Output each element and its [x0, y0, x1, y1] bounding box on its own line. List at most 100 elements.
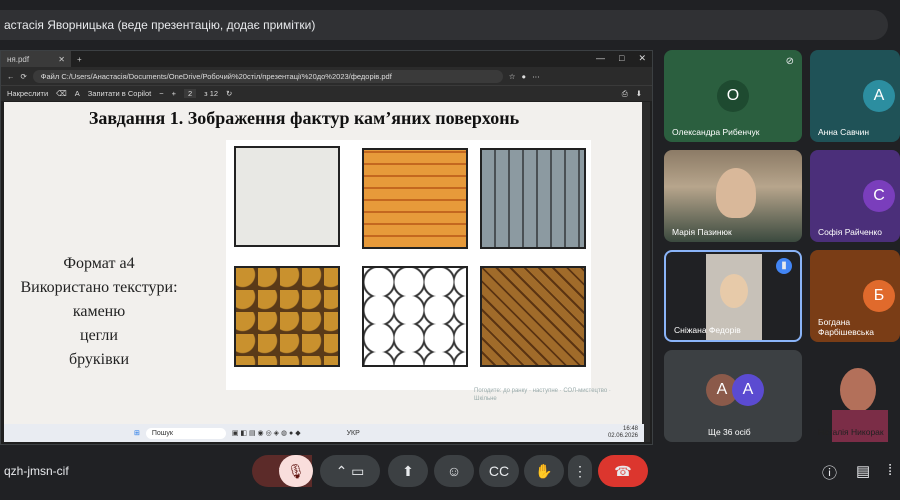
meeting-code: qzh-jmsn-cif — [4, 464, 69, 478]
present-icon: ⬆ — [402, 462, 414, 479]
stone-texture-drawing — [234, 146, 340, 247]
hand-icon: ✋ — [535, 462, 553, 479]
close-icon[interactable]: ✕ — [58, 55, 65, 64]
page-total: з 12 — [204, 89, 219, 98]
browser-tab[interactable]: ня.pdf ✕ — [1, 51, 71, 67]
brown-stone-texture-drawing — [234, 266, 340, 367]
erase-icon[interactable]: ⌫ — [56, 89, 67, 98]
slide-line-format: Формат а4 — [63, 255, 135, 272]
avatar: Б — [863, 280, 895, 312]
profile-icon[interactable]: ● — [522, 72, 527, 81]
maximize-icon[interactable]: □ — [619, 53, 624, 64]
participant-tile[interactable]: А Анна Савчин — [810, 50, 900, 142]
outline-stone-texture-drawing — [362, 266, 468, 367]
participant-tile[interactable]: О ⊘ Олександра Рибенчук — [664, 50, 802, 142]
reload-icon[interactable]: ⟳ — [21, 72, 27, 81]
watermark-text: Погодите: до ранку · наступне · СОЛ-мист… — [474, 388, 611, 402]
participant-video — [716, 168, 756, 218]
participant-name: Марія Пазинюк — [672, 227, 732, 237]
avatar: A — [732, 374, 764, 406]
text-icon[interactable]: A — [75, 89, 80, 98]
page-number-input[interactable]: 2 — [184, 89, 197, 98]
lang-indicator[interactable]: УКР — [347, 430, 360, 437]
zoom-out-icon[interactable]: − — [159, 89, 163, 98]
copilot-button[interactable]: Запитати в Copilot — [88, 89, 151, 98]
captions-button[interactable]: CC — [479, 455, 519, 487]
brick-texture-drawing — [362, 148, 468, 249]
slide-line-paving: бруківки — [68, 351, 130, 368]
more-vert-icon: ⋮ — [573, 462, 587, 479]
participant-name: Наталія Никорак — [818, 427, 884, 437]
participant-name: Богдана Фарбішевська — [818, 317, 874, 337]
chat-icon[interactable]: ▤ — [856, 462, 870, 480]
star-icon[interactable]: ☆ — [509, 72, 516, 81]
pdf-page: Завдання 1. Зображення фактур кам’яних п… — [4, 102, 644, 442]
save-icon[interactable]: ⬇ — [636, 89, 642, 98]
paving-texture-drawing — [480, 148, 586, 249]
participant-name: Сніжана Федорів — [674, 325, 741, 335]
minimize-icon[interactable]: — — [596, 53, 605, 64]
participant-tile[interactable]: Марія Пазинюк — [664, 150, 802, 242]
back-icon[interactable]: ← — [7, 72, 15, 81]
participant-name: Анна Савчин — [818, 127, 870, 137]
participant-tile[interactable]: С Софія Райченко — [810, 150, 900, 242]
slide-line-textures: Використано текстури: — [20, 279, 178, 296]
captions-icon: CC — [488, 463, 510, 479]
mic-toggle-button[interactable]: 🎙 — [279, 455, 313, 487]
taskbar-clock[interactable]: 16:48 02.06.2026 — [608, 426, 638, 440]
presenter-text: астасія Яворницька (веде презентацію, до… — [4, 18, 316, 32]
participant-tile[interactable]: Наталія Никорак — [810, 350, 900, 442]
participant-name: Софія Райченко — [818, 227, 882, 237]
new-tab-icon[interactable]: + — [77, 55, 82, 64]
presenter-banner: астасія Яворницька (веде презентацію, до… — [0, 10, 888, 40]
shared-screen: ня.pdf ✕ + — □ ✕ ← ⟳ Файл C:/Users/Анаст… — [0, 50, 653, 445]
browser-tabbar: ня.pdf ✕ + — □ ✕ — [1, 51, 652, 67]
address-bar: ← ⟳ Файл C:/Users/Анастасія/Documents/On… — [1, 67, 652, 85]
participant-name: Олександра Рибенчук — [672, 127, 760, 137]
menu-icon[interactable]: ⋯ — [532, 72, 540, 81]
hang-up-icon: ☎ — [614, 462, 632, 479]
taskbar-app-icons[interactable]: ▣ ◧ ▤ ◉ ◎ ◈ ◍ ● ◆ — [232, 429, 301, 437]
window-controls: — □ ✕ — [596, 53, 646, 64]
print-icon[interactable]: ⎙ — [622, 89, 628, 99]
windows-taskbar: ⊞ Пошук ▣ ◧ ▤ ◉ ◎ ◈ ◍ ● ◆ УКР 16:48 02.0… — [4, 424, 644, 442]
clock-date: 02.06.2026 — [607, 433, 638, 439]
avatar: О — [717, 80, 749, 112]
url-text: C:/Users/Анастасія/Documents/OneDrive/Ро… — [61, 71, 392, 81]
participant-tile[interactable]: Б Богдана Фарбішевська — [810, 250, 900, 342]
url-prefix: Файл — [40, 71, 60, 81]
emoji-button[interactable]: ☺ — [434, 455, 474, 487]
mic-muted-icon: ⊘ — [785, 56, 794, 67]
more-participants-tile[interactable]: A A Ще 36 осіб — [664, 350, 802, 442]
slide-description: Формат а4 Використано текстури: каменю ц… — [4, 252, 214, 372]
more-options-button[interactable]: ⋮ — [568, 455, 592, 487]
info-icon[interactable]: ⓘ — [822, 462, 837, 483]
camera-button[interactable]: ⌃ ▭ — [320, 455, 380, 487]
mic-off-icon: 🎙 — [287, 462, 305, 479]
draw-button[interactable]: Накреслити — [7, 89, 48, 98]
wood-paving-texture-drawing — [480, 266, 586, 367]
tab-label: ня.pdf — [7, 54, 30, 64]
speaking-icon: ▮ — [776, 258, 792, 274]
avatar: С — [863, 180, 895, 212]
scrollbar[interactable] — [642, 102, 650, 442]
more-participants-label: Ще 36 осіб — [708, 427, 751, 437]
close-window-icon[interactable]: ✕ — [638, 53, 646, 64]
participant-video — [840, 368, 876, 412]
url-field[interactable]: Файл C:/Users/Анастасія/Documents/OneDri… — [32, 69, 503, 83]
windows-start-icon[interactable]: ⊞ — [134, 429, 140, 437]
slide-title: Завдання 1. Зображення фактур кам’яних п… — [88, 108, 520, 128]
emoji-icon: ☺ — [446, 463, 462, 479]
present-button[interactable]: ⬆ — [388, 455, 428, 487]
taskbar-search[interactable]: Пошук — [145, 427, 226, 439]
apps-icon[interactable]: ⁞ — [888, 462, 892, 479]
leave-call-button[interactable]: ☎ — [598, 455, 648, 487]
pdf-toolbar: Накреслити ⌫ A Запитати в Copilot − + 2 … — [1, 85, 652, 101]
participant-tile[interactable]: ▮ Сніжана Федорів — [664, 250, 802, 342]
camera-icon: ⌃ ▭ — [335, 462, 365, 479]
rotate-icon[interactable]: ↻ — [226, 89, 232, 98]
clock-time: 16:48 — [622, 426, 638, 432]
avatar: А — [863, 80, 895, 112]
zoom-in-icon[interactable]: + — [172, 89, 176, 98]
raise-hand-button[interactable]: ✋ — [524, 455, 564, 487]
